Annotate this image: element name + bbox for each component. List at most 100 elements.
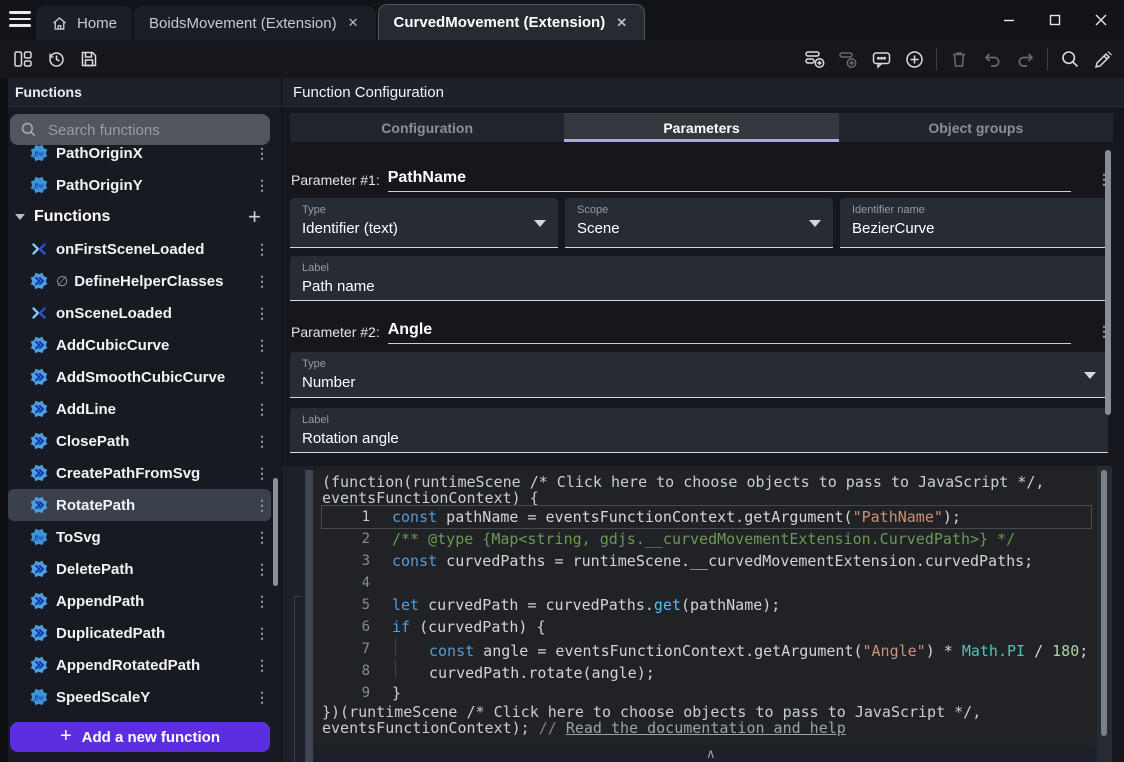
tab-home[interactable]: Home	[36, 6, 132, 40]
function-list-item[interactable]: onSceneLoaded⋮	[8, 297, 271, 329]
label-input[interactable]: Label Path name	[290, 256, 1108, 301]
function-list-item[interactable]: onFirstSceneLoaded⋮	[8, 233, 271, 265]
item-menu-button[interactable]: ⋮	[253, 689, 271, 706]
collapse-arrow-icon[interactable]	[15, 214, 25, 220]
function-list-item[interactable]: ClosePath⋮	[8, 425, 271, 457]
search-functions-input[interactable]	[46, 114, 262, 147]
code-line[interactable]: 1const pathName = eventsFunctionContext.…	[322, 506, 1091, 528]
function-list-item[interactable]: AddCubicCurve⋮	[8, 329, 271, 361]
code-wrap-line: })(runtimeScene /* Click here to choose …	[322, 704, 1095, 720]
item-menu-button[interactable]: ⋮	[253, 401, 271, 418]
tab-object-groups[interactable]: Object groups	[839, 113, 1113, 142]
tab-configuration[interactable]: Configuration	[290, 113, 564, 142]
parameters-scrollbar[interactable]	[1105, 150, 1111, 415]
item-menu-button[interactable]: ⋮	[253, 497, 271, 514]
close-icon[interactable]: ✕	[346, 14, 361, 32]
code-line[interactable]: 8curvedPath.rotate(angle);	[322, 660, 1095, 682]
search-functions-box[interactable]	[10, 114, 270, 145]
label-input[interactable]: Label Rotation angle	[290, 408, 1108, 453]
identifier-name-input[interactable]: Identifier name BezierCurve	[840, 198, 1108, 248]
extension-edit-icon[interactable]	[1092, 48, 1114, 70]
sidebar-scrollbar[interactable]	[273, 478, 278, 586]
search-icon[interactable]	[1059, 48, 1081, 70]
chevron-down-icon	[534, 220, 546, 227]
type-select[interactable]: Type Number	[290, 352, 1108, 398]
function-list-item[interactable]: AppendRotatedPath⋮	[8, 649, 271, 681]
item-menu-button[interactable]: ⋮	[253, 337, 271, 354]
close-button[interactable]	[1078, 0, 1124, 40]
function-list-item[interactable]: DeletePath⋮	[8, 553, 271, 585]
code-line[interactable]: 7const angle = eventsFunctionContext.get…	[322, 638, 1095, 660]
save-icon[interactable]	[78, 48, 100, 70]
function-list-item[interactable]: AddLine⋮	[8, 393, 271, 425]
field-value: Path name	[302, 278, 1096, 295]
code-wrap-line: eventsFunctionContext); // Read the docu…	[322, 720, 1095, 736]
add-function-icon[interactable]: +	[248, 204, 261, 230]
parameter-name-input[interactable]: Angle	[388, 321, 1071, 344]
function-list-item[interactable]: AppendPath⋮	[8, 585, 271, 617]
tab-boidsmovement[interactable]: BoidsMovement (Extension) ✕	[134, 6, 376, 40]
panels-icon[interactable]	[12, 48, 34, 70]
add-function-button[interactable]: + Add a new function	[10, 722, 270, 752]
code-wrapper-header[interactable]: (function(runtimeScene /* Click here to …	[322, 474, 1095, 506]
function-list-item[interactable]: RotatePath⋮	[8, 489, 271, 521]
item-menu-button[interactable]: ⋮	[253, 433, 271, 450]
panel-title: Function Configuration	[282, 78, 1124, 107]
item-menu-button[interactable]: ⋮	[253, 177, 271, 194]
function-list-item[interactable]: CreatePathFromSvg⋮	[8, 457, 271, 489]
item-menu-button[interactable]: ⋮	[253, 369, 271, 386]
item-menu-button[interactable]: ⋮	[253, 529, 271, 546]
tab-curvedmovement[interactable]: CurvedMovement (Extension) ✕	[378, 4, 646, 40]
add-comment-icon[interactable]	[870, 48, 892, 70]
tab-parameters[interactable]: Parameters	[564, 113, 838, 142]
parameter-name-input[interactable]: PathName	[388, 169, 1071, 192]
function-list-item[interactable]: f(x)PathOriginY⋮	[8, 169, 271, 201]
event-selection-strip[interactable]	[305, 470, 313, 762]
function-list-item[interactable]: f(x)SpeedScaleY⋮	[8, 681, 271, 713]
code-line[interactable]: 3const curvedPaths = runtimeScene.__curv…	[322, 550, 1095, 572]
main-menu-button[interactable]	[9, 11, 31, 28]
code-line[interactable]: 5let curvedPath = curvedPaths.get(pathNa…	[322, 594, 1095, 616]
javascript-code-editor[interactable]: (function(runtimeScene /* Click here to …	[313, 470, 1095, 746]
add-subevent-icon[interactable]	[837, 48, 859, 70]
item-menu-button[interactable]: ⋮	[253, 305, 271, 322]
function-list-item[interactable]: ∅DefineHelperClasses⋮	[8, 265, 271, 297]
minimize-button[interactable]	[986, 0, 1032, 40]
code-line[interactable]: 4	[322, 572, 1095, 594]
function-list-item[interactable]: DuplicatedPath⋮	[8, 617, 271, 649]
code-line[interactable]: 2/** @type {Map<string, gdjs.__curvedMov…	[322, 528, 1095, 550]
code-scrollbar[interactable]	[1101, 470, 1107, 736]
function-list-item[interactable]: AddSmoothCubicCurve⋮	[8, 361, 271, 393]
item-menu-button[interactable]: ⋮	[253, 241, 271, 258]
item-menu-button[interactable]: ⋮	[253, 657, 271, 674]
add-event-icon[interactable]	[804, 48, 826, 70]
maximize-button[interactable]	[1032, 0, 1078, 40]
code-line[interactable]: 6if (curvedPath) {	[322, 616, 1095, 638]
code-lines[interactable]: 1const pathName = eventsFunctionContext.…	[322, 506, 1095, 704]
item-menu-button[interactable]: ⋮	[253, 625, 271, 642]
item-menu-button[interactable]: ⋮	[253, 145, 271, 162]
code-line[interactable]: 9}	[322, 682, 1095, 704]
delete-icon[interactable]	[948, 48, 970, 70]
undo-icon[interactable]	[981, 48, 1003, 70]
action-icon	[30, 464, 48, 482]
chevron-down-icon	[809, 220, 821, 227]
function-name: AppendPath	[56, 593, 253, 610]
documentation-link[interactable]: Read the documentation and help	[566, 719, 846, 737]
item-menu-button[interactable]: ⋮	[253, 561, 271, 578]
function-name: AddCubicCurve	[56, 337, 253, 354]
redo-icon[interactable]	[1014, 48, 1036, 70]
item-menu-button[interactable]: ⋮	[253, 273, 271, 290]
parameter-1-header: Parameter #1: PathName ⋮	[291, 162, 1113, 192]
type-select[interactable]: Type Identifier (text)	[290, 198, 558, 248]
item-menu-button[interactable]: ⋮	[253, 593, 271, 610]
function-name: RotatePath	[56, 497, 253, 514]
function-list-item[interactable]: f(x)ToSvg⋮	[8, 521, 271, 553]
close-icon[interactable]: ✕	[614, 14, 629, 32]
history-icon[interactable]	[45, 48, 67, 70]
code-wrapper-footer[interactable]: })(runtimeScene /* Click here to choose …	[322, 704, 1095, 736]
scope-select[interactable]: Scope Scene	[565, 198, 833, 248]
add-circle-icon[interactable]	[903, 48, 925, 70]
scroll-up-indicator[interactable]: ∧	[706, 746, 716, 762]
item-menu-button[interactable]: ⋮	[253, 465, 271, 482]
